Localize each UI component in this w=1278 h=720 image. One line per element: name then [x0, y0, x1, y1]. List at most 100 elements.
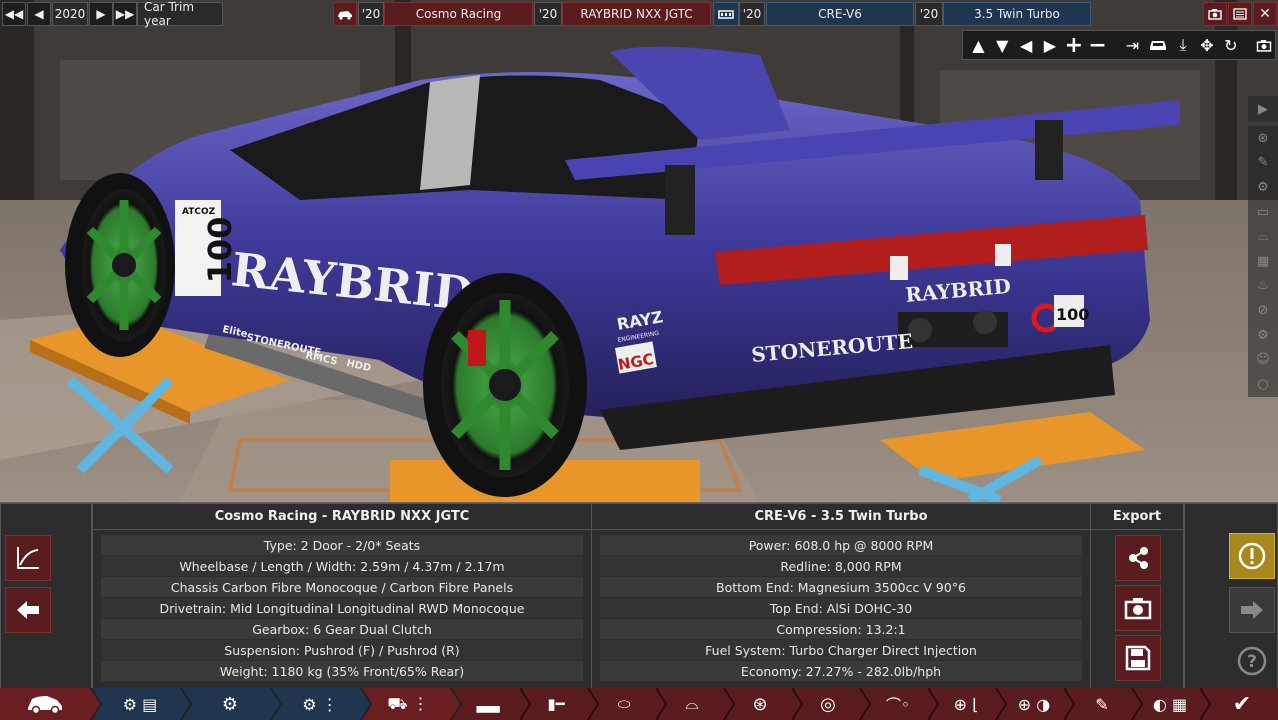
camera-icon: [1256, 39, 1271, 52]
car-front-icon: [1149, 41, 1166, 50]
engine-info-fuel-system: Fuel System: Turbo Charger Direct Inject…: [600, 640, 1082, 660]
camera-right-button[interactable]: ▶: [1039, 34, 1062, 57]
stage-engine-family[interactable]: ⚙ ▤: [110, 688, 170, 720]
spray-icon: ✎: [1095, 694, 1109, 714]
wheel-icon: ⊛: [752, 693, 768, 715]
sidebar-item-circle[interactable]: ○: [1248, 372, 1278, 397]
list-button[interactable]: [1228, 2, 1252, 26]
warning-button[interactable]: [1229, 533, 1275, 579]
camera-up-button[interactable]: ▲: [967, 34, 990, 57]
trim-year-label: Car Trim year: [137, 0, 223, 28]
sidebar-item-chassis[interactable]: ⊘: [1248, 298, 1278, 323]
question-circle-icon: ?: [1237, 646, 1267, 676]
car-info-dimensions: Wheelbase / Length / Width: 2.59m / 4.37…: [101, 556, 583, 576]
camera-down-button[interactable]: ▼: [991, 34, 1014, 57]
zoom-in-button[interactable]: +: [1062, 32, 1085, 58]
sidebar-item-body[interactable]: ⌓: [1248, 224, 1278, 249]
engine-info-title: CRE-V6 - 3.5 Twin Turbo: [592, 504, 1090, 530]
car-icon: [28, 696, 62, 715]
camera-left-button[interactable]: ◀: [1015, 34, 1038, 57]
stage-wheels[interactable]: ⊛: [734, 688, 786, 720]
export-photo-button[interactable]: [1115, 585, 1161, 631]
engine-variant-selector[interactable]: 3.5 Twin Turbo: [943, 2, 1091, 26]
first-year-button[interactable]: ◀◀: [2, 2, 26, 26]
arrow-to-line-icon: ⇥: [1125, 35, 1140, 55]
person-icon: ☺: [1256, 352, 1270, 368]
arrow-right-icon: [1241, 601, 1263, 619]
engine-folder-icon: ⚙ ▤: [122, 694, 158, 714]
stage-body[interactable]: ▃▃: [462, 688, 514, 720]
engine-family-year: '20: [739, 2, 765, 26]
stage-engine-bottom[interactable]: ⚙: [200, 688, 260, 720]
stage-tuning[interactable]: ⊕ ◑: [1006, 688, 1062, 720]
steering-seat-icon: ⊕ ⌊: [953, 694, 979, 714]
view-side-button[interactable]: ⇥: [1121, 34, 1144, 57]
plus-icon: +: [1064, 32, 1084, 58]
sidebar-item-driver[interactable]: ☺: [1248, 347, 1278, 372]
arrow-left-icon: [17, 601, 39, 619]
sidebar-item-engine[interactable]: ⚙: [1248, 175, 1278, 200]
rotate-axis-icon: ✥: [1200, 35, 1214, 55]
pistons-icon: ⚙: [221, 693, 239, 715]
gauge-checkered-icon: ◐ ▦: [1152, 694, 1188, 714]
stage-finish[interactable]: ✔: [1212, 688, 1272, 720]
car-trim-selector[interactable]: RAYBRID NXX JGTC: [562, 2, 711, 26]
stage-car-model[interactable]: [20, 688, 70, 720]
engine-family-selector[interactable]: CRE-V6: [766, 2, 914, 26]
stage-paint[interactable]: ✎: [1074, 688, 1130, 720]
viewport-screenshot-button[interactable]: [1252, 34, 1275, 57]
double-right-icon: ▶▶: [115, 7, 135, 21]
stage-grille[interactable]: ⌓: [666, 688, 718, 720]
export-share-button[interactable]: [1115, 535, 1161, 581]
stage-headlights[interactable]: ⬭: [598, 688, 650, 720]
prev-year-button[interactable]: ◀: [27, 2, 51, 26]
view-front-button[interactable]: [1145, 34, 1171, 57]
stage-aero[interactable]: ⌒◦: [870, 688, 926, 720]
stage-car-trim[interactable]: ⛟ ⋮: [378, 688, 438, 720]
sidebar-expand-button[interactable]: ▶: [1248, 96, 1278, 122]
sidebar-item-doors[interactable]: ▭: [1248, 200, 1278, 225]
engine-info-compression: Compression: 13.2:1: [600, 619, 1082, 639]
stage-engine-variant[interactable]: ⚙ ⋮: [290, 688, 350, 720]
arrow-left-icon: ◀: [1019, 35, 1033, 55]
car-model-button[interactable]: [333, 2, 357, 26]
sidebar-item-interior[interactable]: ♨: [1248, 274, 1278, 299]
stage-testing[interactable]: ◐ ▦: [1142, 688, 1198, 720]
engine-info-economy: Economy: 27.27% - 282.0lb/hph: [600, 661, 1082, 681]
engine-family-button[interactable]: [713, 2, 739, 26]
sidebar-item-wheels[interactable]: ⊛: [1248, 126, 1278, 151]
last-year-button[interactable]: ▶▶: [113, 2, 137, 26]
back-button[interactable]: [5, 587, 51, 633]
left-icon: ◀: [34, 7, 44, 21]
double-left-icon: ◀◀: [4, 7, 24, 21]
zoom-out-button[interactable]: −: [1086, 33, 1109, 58]
sidebar-item-settings[interactable]: ⚙: [1248, 323, 1278, 348]
reset-icon: ↻: [1224, 35, 1238, 55]
engine-variant-year: '20: [915, 2, 943, 26]
view-down-button[interactable]: ⤓: [1172, 34, 1195, 57]
next-button[interactable]: [1229, 587, 1275, 633]
steering-speedo-icon: ⊕ ◑: [1017, 694, 1051, 714]
gear-shift-icon: ⚙: [1257, 179, 1269, 195]
stage-interior[interactable]: ⊕ ⌊: [938, 688, 994, 720]
stage-brakes[interactable]: ◎: [802, 688, 854, 720]
reset-view-button[interactable]: ↻: [1219, 34, 1242, 57]
export-save-button[interactable]: [1115, 635, 1161, 681]
graph-button[interactable]: [5, 535, 51, 581]
next-year-button[interactable]: ▶: [89, 2, 113, 26]
close-button[interactable]: ✕: [1253, 2, 1277, 26]
car-3d-viewport[interactable]: 100 ATCOZ RAYBRID Elite STONEROUTE RMCS …: [0, 0, 1278, 502]
car-side-icon: ⌓: [1257, 229, 1269, 245]
car-info-chassis: Chassis Carbon Fibre Monocoque / Carbon …: [101, 577, 583, 597]
stage-chassis[interactable]: ▮━: [530, 688, 582, 720]
engine-icon: [718, 10, 734, 19]
screenshot-button[interactable]: [1203, 2, 1227, 26]
help-button[interactable]: ?: [1229, 638, 1275, 684]
play-icon: ▶: [1258, 101, 1268, 117]
car-render: 100 ATCOZ RAYBRID Elite STONEROUTE RMCS …: [0, 0, 1278, 502]
rotate-view-button[interactable]: ✥: [1196, 34, 1219, 57]
car-model-selector[interactable]: Cosmo Racing: [384, 2, 533, 26]
wheel-icon: ⊛: [1257, 130, 1269, 146]
sidebar-item-grille[interactable]: ▦: [1248, 249, 1278, 274]
sidebar-item-paint[interactable]: ✎: [1248, 151, 1278, 176]
